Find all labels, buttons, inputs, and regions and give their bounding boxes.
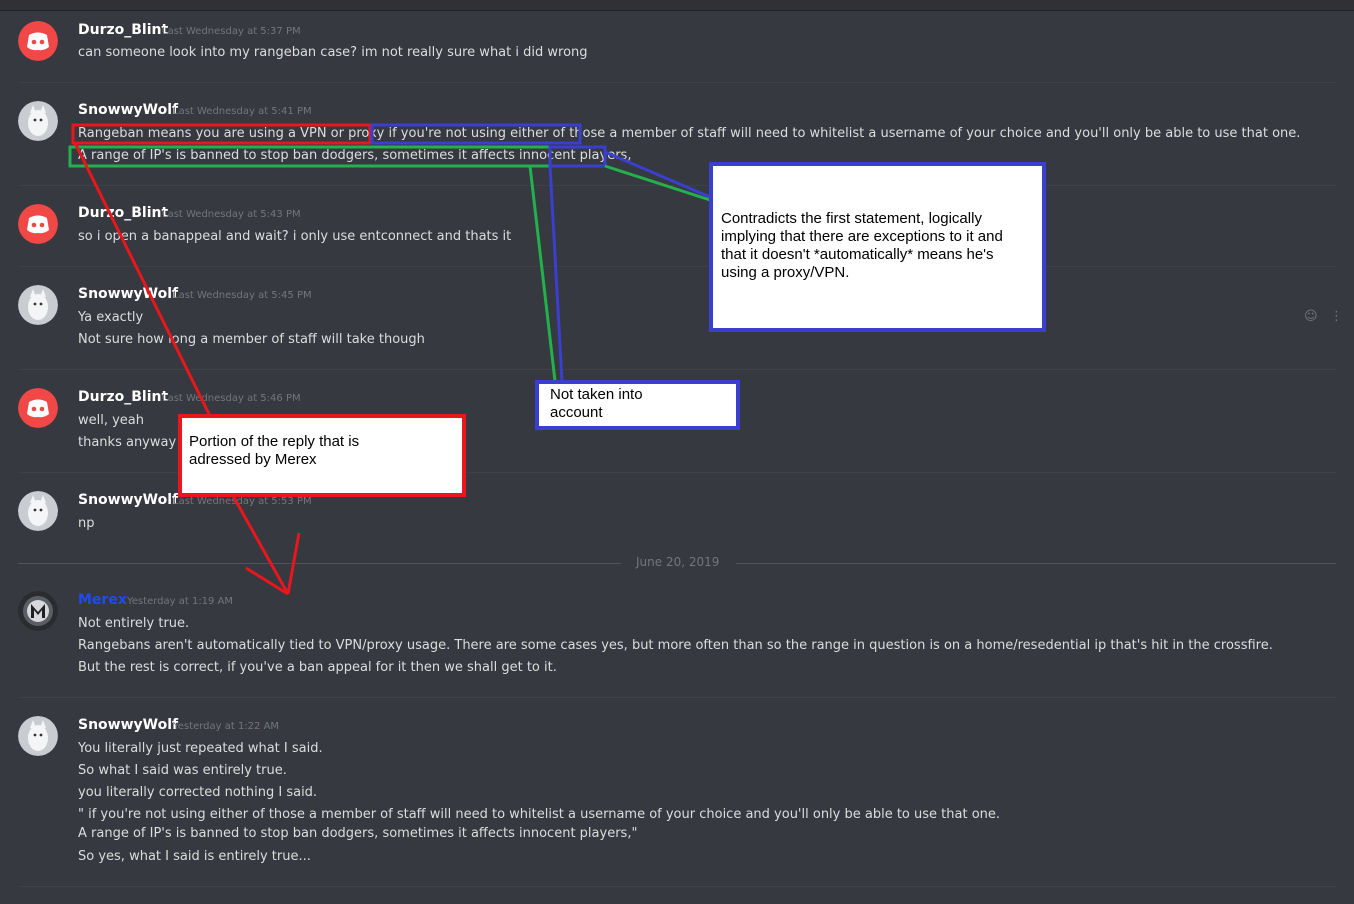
annotation-text: account xyxy=(550,404,603,421)
annotation-text: adressed by Merex xyxy=(189,451,317,468)
connector-red xyxy=(73,142,212,417)
annotation-text: using a proxy/VPN. xyxy=(721,264,850,281)
connector-green xyxy=(604,164,711,202)
highlight-red-rangeban xyxy=(71,123,372,145)
annotation-contradicts-box: Contradicts the first statement, logical… xyxy=(709,162,1046,332)
highlight-blue-either xyxy=(370,123,582,145)
arrow-head-red xyxy=(286,532,301,595)
annotation-text: implying that there are exceptions to it… xyxy=(721,228,1003,245)
annotation-portion-box: Portion of the reply that is adressed by… xyxy=(178,414,466,497)
annotation-text: Portion of the reply that is xyxy=(189,433,360,450)
connector-blue xyxy=(604,150,711,199)
annotation-text: Not taken into xyxy=(550,386,643,403)
annotation-text: that it doesn't *automatically* means he… xyxy=(721,246,994,263)
annotation-text: Contradicts the first statement, logical… xyxy=(721,210,982,227)
annotation-not-taken-box: Not taken into account xyxy=(535,380,740,430)
highlight-green-range xyxy=(68,145,607,168)
arrow-shaft-red xyxy=(230,493,290,595)
highlight-blue-players xyxy=(548,145,607,168)
